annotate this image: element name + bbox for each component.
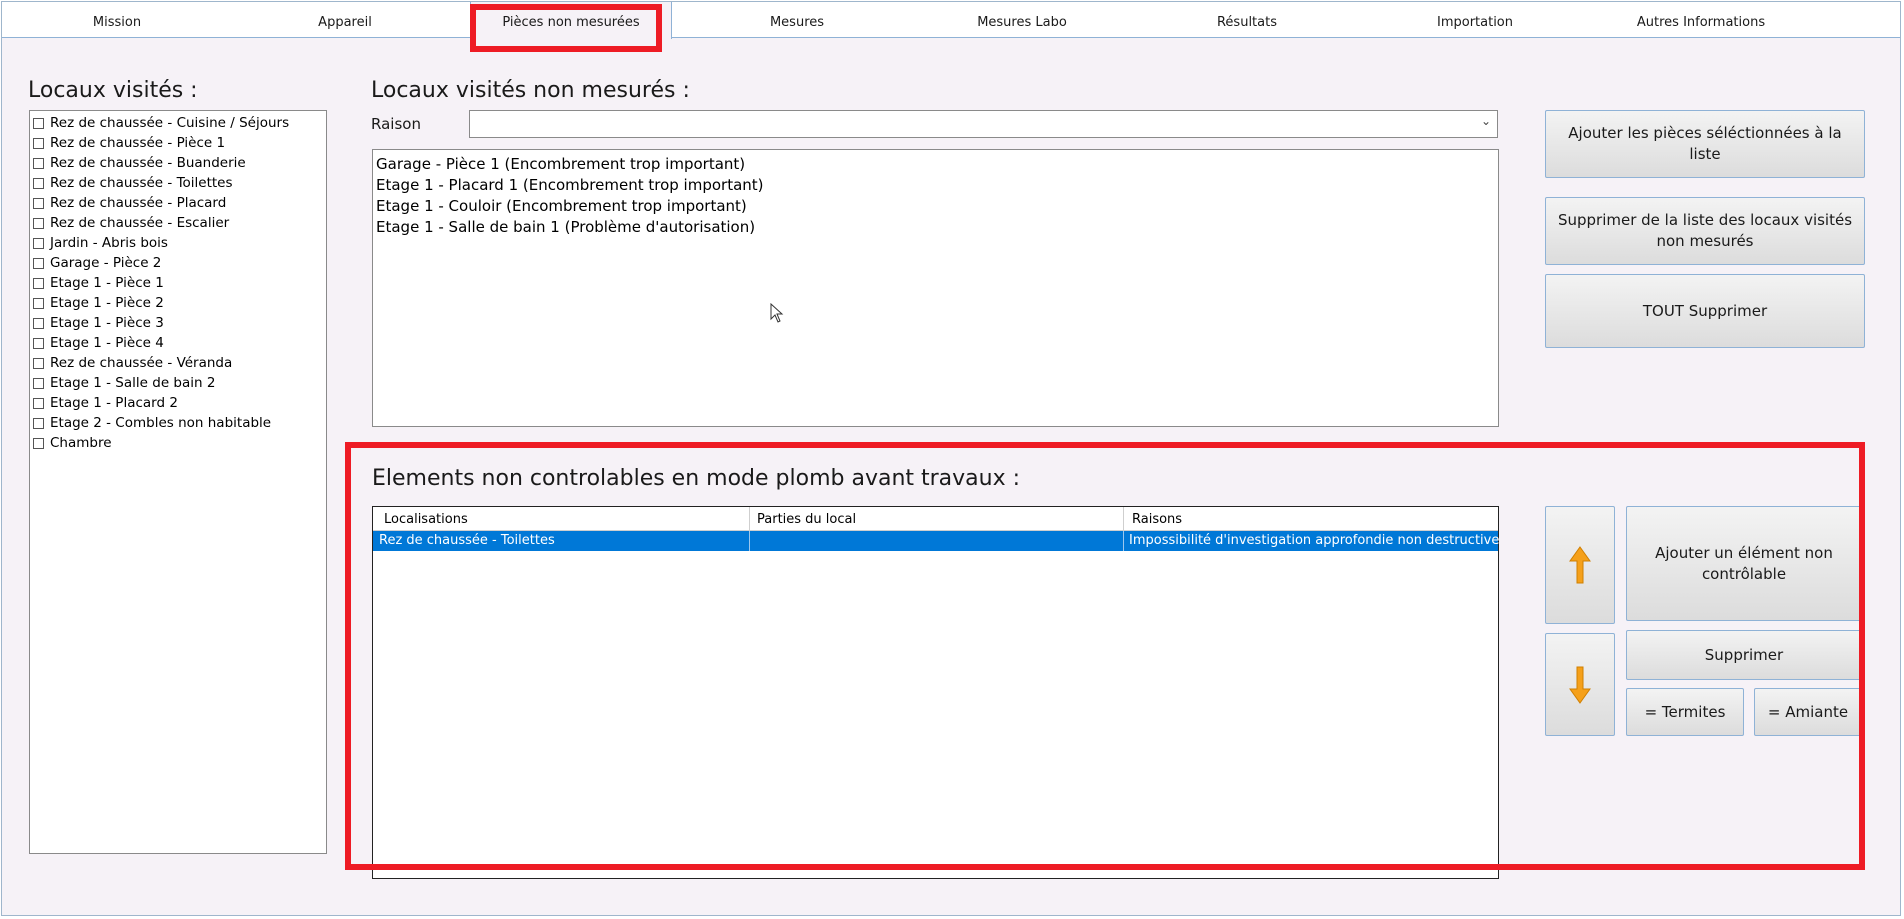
row-raison: Impossibilité d'investigation approfondi… — [1129, 533, 1500, 548]
move-up-button[interactable] — [1545, 506, 1615, 624]
visited-room-label: Rez de chaussée - Escalier — [50, 215, 230, 231]
visited-room-item[interactable]: Etage 1 - Placard 2 — [30, 393, 326, 413]
tab-autres-informations[interactable]: Autres Informations — [1606, 2, 1796, 38]
visited-room-item[interactable]: Rez de chaussée - Buanderie — [30, 153, 326, 173]
delete-button[interactable]: Supprimer — [1626, 630, 1862, 680]
visited-room-label: Etage 1 - Pièce 2 — [50, 295, 164, 311]
amiante-button[interactable]: = Amiante — [1754, 688, 1862, 736]
visited-room-label: Etage 2 - Combles non habitable — [50, 415, 272, 431]
not-measured-item[interactable]: Garage - Pièce 1 (Encombrement trop impo… — [373, 154, 1498, 175]
checkbox[interactable] — [33, 177, 44, 189]
visited-room-label: Etage 1 - Pièce 1 — [50, 275, 164, 291]
visited-room-label: Etage 1 - Pièce 4 — [50, 335, 164, 351]
visited-room-label: Etage 1 - Pièce 3 — [50, 315, 164, 331]
non-controllable-title: Elements non controlables en mode plomb … — [372, 466, 1021, 491]
tab-importation[interactable]: Importation — [1380, 2, 1570, 38]
not-measured-item[interactable]: Etage 1 - Couloir (Encombrement trop imp… — [373, 196, 1498, 217]
not-measured-item[interactable]: Etage 1 - Placard 1 (Encombrement trop i… — [373, 175, 1498, 196]
checkbox[interactable] — [33, 337, 44, 349]
remove-from-list-button[interactable]: Supprimer de la liste des locaux visités… — [1545, 197, 1865, 265]
termites-button[interactable]: = Termites — [1626, 688, 1744, 736]
checkbox[interactable] — [33, 417, 44, 429]
checkbox[interactable] — [33, 297, 44, 309]
column-localisations[interactable]: Localisations — [384, 512, 468, 527]
visited-room-item[interactable]: Rez de chaussée - Toilettes — [30, 173, 326, 193]
visited-title: Locaux visités : — [28, 78, 198, 103]
tab-appareil[interactable]: Appareil — [250, 2, 440, 38]
visited-room-item[interactable]: Etage 1 - Pièce 2 — [30, 293, 326, 313]
visited-room-label: Rez de chaussée - Buanderie — [50, 155, 246, 171]
visited-room-label: Rez de chaussée - Pièce 1 — [50, 135, 226, 151]
checkbox[interactable] — [33, 257, 44, 269]
table-row[interactable]: Rez de chaussée - Toilettes Impossibilit… — [373, 531, 1500, 551]
visited-room-label: Rez de chaussée - Véranda — [50, 355, 233, 371]
row-localisation: Rez de chaussée - Toilettes — [379, 533, 555, 548]
not-measured-list[interactable]: Garage - Pièce 1 (Encombrement trop impo… — [372, 149, 1499, 427]
not-measured-item[interactable]: Etage 1 - Salle de bain 1 (Problème d'au… — [373, 217, 1498, 238]
tab-pieces-non-mesurees[interactable]: Pièces non mesurées — [470, 2, 672, 39]
visited-room-label: Chambre — [50, 435, 112, 451]
checkbox[interactable] — [33, 437, 44, 449]
visited-room-item[interactable]: Rez de chaussée - Véranda — [30, 353, 326, 373]
tab-bar: Mission Appareil Pièces non mesurées Mes… — [2, 2, 1900, 39]
visited-room-label: Etage 1 - Placard 2 — [50, 395, 178, 411]
visited-room-item[interactable]: Etage 1 - Pièce 4 — [30, 333, 326, 353]
visited-room-label: Garage - Pièce 2 — [50, 255, 162, 271]
visited-room-item[interactable]: Jardin - Abris bois — [30, 233, 326, 253]
checkbox[interactable] — [33, 317, 44, 329]
checkbox[interactable] — [33, 237, 44, 249]
tab-mesures-labo[interactable]: Mesures Labo — [927, 2, 1117, 38]
arrow-up-icon — [1569, 546, 1591, 584]
visited-room-item[interactable]: Etage 1 - Pièce 1 — [30, 273, 326, 293]
visited-room-item[interactable]: Rez de chaussée - Placard — [30, 193, 326, 213]
checkbox[interactable] — [33, 197, 44, 209]
visited-room-label: Jardin - Abris bois — [50, 235, 168, 251]
visited-room-label: Rez de chaussée - Cuisine / Séjours — [50, 115, 290, 131]
mouse-cursor-icon — [770, 303, 784, 323]
add-selected-rooms-button[interactable]: Ajouter les pièces séléctionnées à la li… — [1545, 110, 1865, 178]
checkbox[interactable] — [33, 277, 44, 289]
reason-label: Raison — [371, 115, 421, 133]
tab-resultats[interactable]: Résultats — [1152, 2, 1342, 38]
visited-room-item[interactable]: Chambre — [30, 433, 326, 453]
tab-mesures[interactable]: Mesures — [702, 2, 892, 38]
visited-room-item[interactable]: Etage 1 - Salle de bain 2 — [30, 373, 326, 393]
column-raisons[interactable]: Raisons — [1132, 512, 1182, 527]
visited-room-item[interactable]: Rez de chaussée - Pièce 1 — [30, 133, 326, 153]
visited-room-item[interactable]: Etage 2 - Combles non habitable — [30, 413, 326, 433]
checkbox[interactable] — [33, 157, 44, 169]
reason-select[interactable]: ⌄ — [469, 110, 1498, 138]
visited-room-item[interactable]: Garage - Pièce 2 — [30, 253, 326, 273]
visited-room-item[interactable]: Rez de chaussée - Escalier — [30, 213, 326, 233]
chevron-down-icon: ⌄ — [1480, 114, 1491, 128]
tab-mission[interactable]: Mission — [22, 2, 212, 38]
checkbox[interactable] — [33, 397, 44, 409]
checkbox[interactable] — [33, 217, 44, 229]
visited-room-item[interactable]: Rez de chaussée - Cuisine / Séjours — [30, 113, 326, 133]
visited-room-label: Rez de chaussée - Placard — [50, 195, 227, 211]
checkbox[interactable] — [33, 117, 44, 129]
remove-all-button[interactable]: TOUT Supprimer — [1545, 274, 1865, 348]
checkbox[interactable] — [33, 137, 44, 149]
column-parties-du-local[interactable]: Parties du local — [757, 512, 856, 527]
non-controllable-grid[interactable]: Localisations Parties du local Raisons R… — [372, 506, 1499, 879]
checkbox[interactable] — [33, 377, 44, 389]
visited-room-label: Etage 1 - Salle de bain 2 — [50, 375, 216, 391]
visited-room-item[interactable]: Etage 1 - Pièce 3 — [30, 313, 326, 333]
visited-room-label: Rez de chaussée - Toilettes — [50, 175, 233, 191]
visited-rooms-list[interactable]: Rez de chaussée - Cuisine / Séjours Rez d… — [29, 110, 327, 854]
grid-header: Localisations Parties du local Raisons — [373, 507, 1498, 531]
arrow-down-icon — [1569, 666, 1591, 704]
checkbox[interactable] — [33, 357, 44, 369]
not-measured-title: Locaux visités non mesurés : — [371, 78, 690, 103]
move-down-button[interactable] — [1545, 633, 1615, 736]
add-non-controllable-button[interactable]: Ajouter un élément non contrôlable — [1626, 506, 1862, 621]
